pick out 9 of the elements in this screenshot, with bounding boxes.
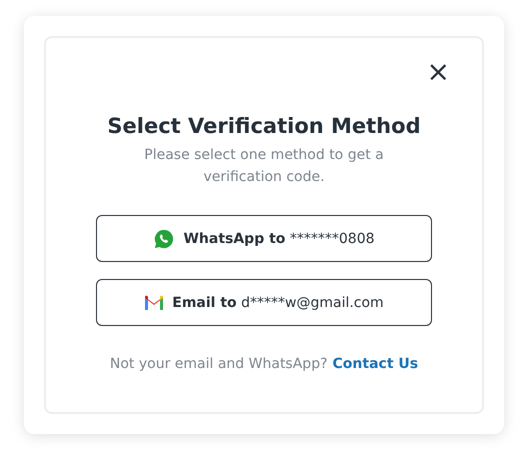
verification-option-button[interactable]: WhatsApp to *******0808: [96, 215, 432, 262]
close-button[interactable]: ×: [426, 60, 450, 84]
footer-text: Not your email and WhatsApp?: [110, 356, 328, 372]
chat-bubble-phone-icon: [153, 228, 176, 250]
dialog-subtitle: Please select one method to get a verification code.: [143, 146, 385, 187]
contact-us-link[interactable]: Contact Us: [332, 356, 418, 372]
dialog-title: Select Verification Method: [107, 114, 421, 138]
verification-option-button[interactable]: Email to d*****w@gmail.com: [96, 279, 432, 326]
envelope-m-icon: [144, 294, 164, 310]
